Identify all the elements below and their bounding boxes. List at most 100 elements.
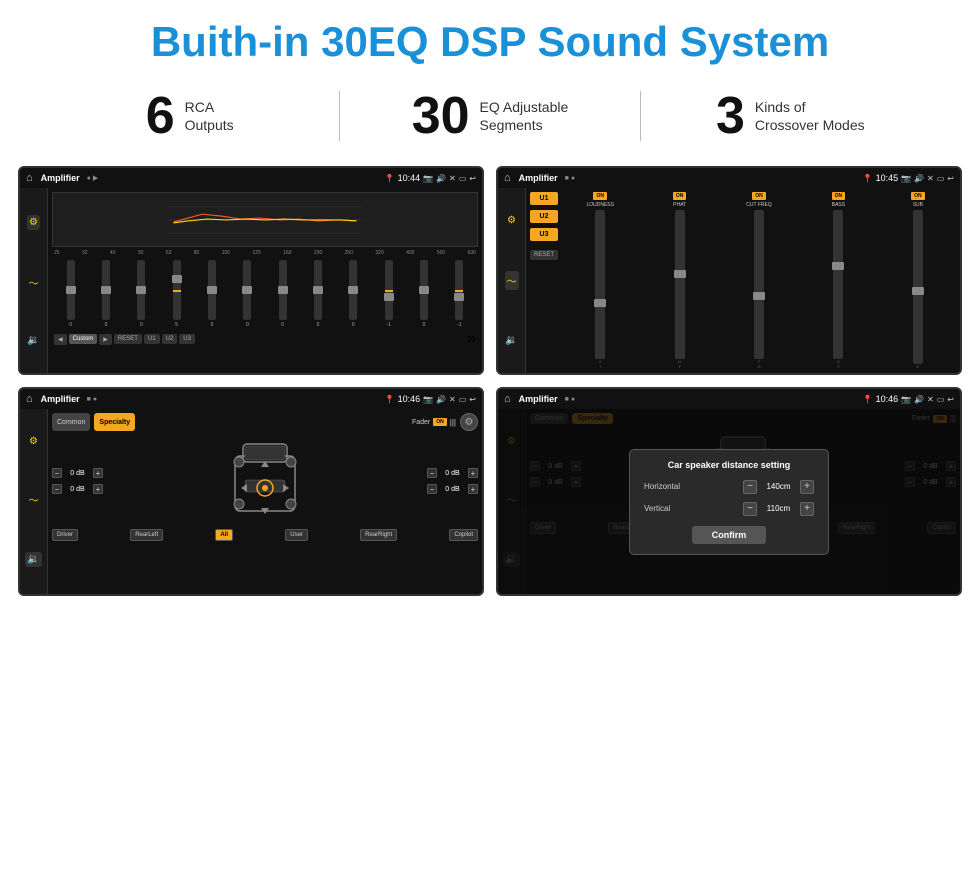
fader-track-1[interactable] [67,260,75,320]
plus-br[interactable]: + [468,484,478,494]
preset-u1[interactable]: U1 [530,192,558,205]
horizontal-minus[interactable]: − [743,480,757,494]
slider-cutfreq[interactable] [754,210,764,359]
preset-u3[interactable]: U3 [530,228,558,241]
wave-icon-3[interactable]: 〜 [29,492,39,507]
home-icon-2[interactable]: ⌂ [504,172,511,184]
fader-track-12[interactable] [455,260,463,320]
slider-phat[interactable] [675,210,685,359]
eq-icon-2[interactable]: ⚙ [507,215,516,226]
fader-track-4[interactable] [173,260,181,320]
fader-track-5[interactable] [208,260,216,320]
back-icon-2[interactable]: ↩ [947,174,954,183]
confirm-button[interactable]: Confirm [692,526,767,544]
fader-track-7[interactable] [279,260,287,320]
amp-main-area: U1 U2 U3 RESET ON LOUDNESS 0↕ [526,188,960,373]
minus-bl[interactable]: − [52,484,62,494]
dialog-row-horizontal: Horizontal − 140cm + [644,480,814,494]
slider-sub[interactable] [913,210,923,364]
fader-1: 0 [54,260,87,328]
x-icon-4: ✕ [927,395,934,404]
prev-button[interactable]: ◀ [54,334,67,345]
fader-12: -1 [443,260,476,328]
driver-button[interactable]: Driver [52,529,78,541]
status-bar-1: ⌂ Amplifier ● ▶ 📍 10:44 📷 🔊 ✕ ▭ ↩ [20,168,482,188]
play-button[interactable]: ▶ [99,334,112,345]
speaker-icon[interactable]: 🔉 [27,335,39,346]
speaker-icon-2[interactable]: 🔉 [505,335,517,346]
x-icon-3: ✕ [449,395,456,404]
home-icon-3[interactable]: ⌂ [26,393,33,405]
plus-tr[interactable]: + [468,468,478,478]
fader-track-6[interactable] [243,260,251,320]
screen-eq: ⌂ Amplifier ● ▶ 📍 10:44 📷 🔊 ✕ ▭ ↩ ⚙ 〜 🔉 [18,166,484,375]
value-tr: 0 dB [440,470,465,477]
u2-button[interactable]: U2 [162,334,178,344]
home-icon-4[interactable]: ⌂ [504,393,511,405]
rear-right-button[interactable]: RearRight [360,529,397,541]
reset-button[interactable]: RESET [114,334,142,344]
fader-track-3[interactable] [137,260,145,320]
vertical-plus[interactable]: + [800,502,814,516]
horizontal-plus[interactable]: + [800,480,814,494]
back-icon-4[interactable]: ↩ [947,395,954,404]
speaker-icon-3[interactable]: 🔉 [25,552,41,567]
label-sub: SUB [913,202,923,208]
custom-button[interactable]: Custom [69,334,98,344]
x-icon-1: ✕ [449,174,456,183]
status-icons-2: 📍 10:45 📷 🔊 ✕ ▭ ↩ [863,173,954,183]
minus-tr[interactable]: − [427,468,437,478]
rear-left-button[interactable]: RearLeft [130,529,163,541]
ctrl-bottom-left: − 0 dB + [52,484,103,494]
fader-track-2[interactable] [102,260,110,320]
reset-btn-amp[interactable]: RESET [530,250,558,260]
eq-faders: 0 0 0 [52,258,478,328]
channel-sub: ON SUB G [880,192,956,369]
screen-fader: ⌂ Amplifier ■ ● 📍 10:46 📷 🔊 ✕ ▭ ↩ ⚙ 〜 🔉 [18,387,484,596]
u3-button[interactable]: U3 [179,334,195,344]
back-icon-1[interactable]: ↩ [469,174,476,183]
vertical-minus[interactable]: − [743,502,757,516]
fader-track-10[interactable] [385,260,393,320]
fader-label: Fader ON ||| [412,413,456,431]
plus-bl[interactable]: + [93,484,103,494]
all-button[interactable]: All [215,529,233,541]
eq-main-area: 2532405063 80100125160200 25032040050063… [48,188,482,373]
common-button[interactable]: Common [52,413,90,431]
minus-br[interactable]: − [427,484,437,494]
status-bar-4: ⌂ Amplifier ■ ● 📍 10:46 📷 🔊 ✕ ▭ ↩ [498,389,960,409]
plus-tl[interactable]: + [93,468,103,478]
stat-text-eq: EQ AdjustableSegments [480,98,569,134]
copilot-button[interactable]: Copilot [449,529,478,541]
ctrl-top-left: − 0 dB + [52,468,103,478]
specialty-button[interactable]: Specialty [94,413,135,431]
fader-8: 0 [301,260,334,328]
slider-loudness[interactable] [595,210,605,359]
wave-icon[interactable]: 〜 [29,275,39,290]
amp-screen-inner: ⚙ 〜 🔉 U1 U2 U3 RESET ON LOUDNESS [498,188,960,373]
u1-button[interactable]: U1 [144,334,160,344]
slider-bass[interactable] [833,210,843,359]
fader-left-sidebar: ⚙ 〜 🔉 [20,409,48,594]
wave-icon-2[interactable]: 〜 [505,271,519,290]
gear-button[interactable]: ⚙ [460,413,478,431]
screen-fader-dialog: ⌂ Amplifier ■ ● 📍 10:46 📷 🔊 ✕ ▭ ↩ ⚙ 〜 🔉 [496,387,962,596]
eq-icon[interactable]: ⚙ [27,215,40,230]
fader-track-8[interactable] [314,260,322,320]
fader-track-11[interactable] [420,260,428,320]
home-icon-1[interactable]: ⌂ [26,172,33,184]
eq-freq-labels: 2532405063 80100125160200 25032040050063… [52,250,478,256]
minus-tl[interactable]: − [52,468,62,478]
stat-number-eq: 30 [412,90,470,142]
stat-eq: 30 EQ AdjustableSegments [360,90,619,142]
back-icon-3[interactable]: ↩ [469,395,476,404]
eq-icon-3[interactable]: ⚙ [29,436,38,447]
time-2: 10:45 [876,173,899,183]
stat-divider-1 [339,91,340,141]
user-button[interactable]: User [285,529,308,541]
fader-track-9[interactable] [349,260,357,320]
preset-u2[interactable]: U2 [530,210,558,223]
car-diagram-container [108,436,422,526]
page-title: Buith-in 30EQ DSP Sound System [0,0,980,76]
window-icon-1: ▭ [459,174,467,183]
